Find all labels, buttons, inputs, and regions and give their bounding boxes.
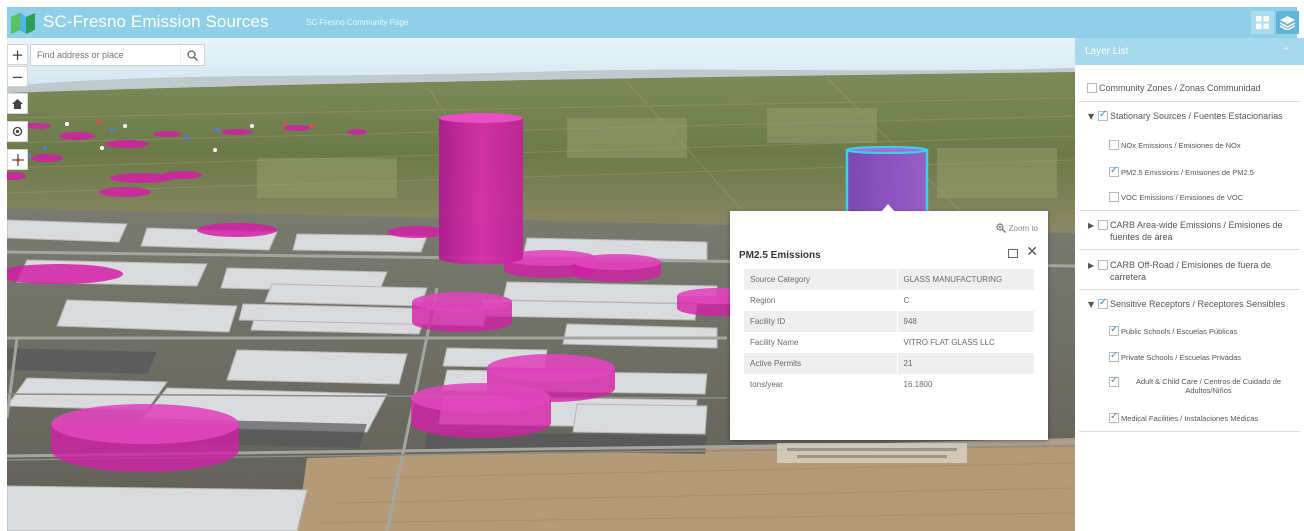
layer-label: Public Schools / Escuelas Públicas xyxy=(1121,327,1238,336)
app-header: SC-Fresno Emission Sources SC-Fresno Com… xyxy=(7,7,1299,38)
close-icon[interactable]: ✕ xyxy=(1026,244,1038,260)
table-row: Active Permits 21 xyxy=(744,353,1034,374)
layer-nox[interactable]: NOx Emissions / Emisiones de NOx xyxy=(1075,137,1304,155)
emission-pillar[interactable] xyxy=(439,113,523,265)
layer-checkbox[interactable] xyxy=(1098,297,1108,309)
divider xyxy=(1079,249,1300,250)
layer-checkbox[interactable] xyxy=(1109,140,1119,150)
layer-list-title: Layer List xyxy=(1085,46,1129,57)
divider xyxy=(1079,210,1300,211)
attribute-label: Region xyxy=(750,296,776,305)
popup-pointer xyxy=(881,204,895,212)
layer-carb-offroad[interactable]: ▶ CARB Off-Road / Emisiones de fuera de … xyxy=(1075,257,1304,287)
zoom-in-button[interactable]: + xyxy=(7,44,28,65)
layer-checkbox[interactable] xyxy=(1109,411,1119,423)
attribute-value: C xyxy=(896,290,1034,311)
layer-label: NOx Emissions / Emisiones de NOx xyxy=(1121,141,1241,150)
layer-checkbox[interactable] xyxy=(1098,220,1108,230)
layer-carb-area[interactable]: ▶ CARB Area-wide Emissions / Emisiones d… xyxy=(1075,217,1304,247)
layer-checkbox[interactable] xyxy=(1109,192,1119,202)
layer-checkbox[interactable] xyxy=(1109,324,1119,336)
locate-icon xyxy=(12,126,23,137)
attribute-label: Facility Name xyxy=(750,338,799,347)
layer-stationary-sources[interactable]: ▼ Stationary Sources / Fuentes Estaciona… xyxy=(1075,108,1304,128)
layer-checkbox[interactable] xyxy=(1109,375,1119,387)
search-input[interactable] xyxy=(31,45,179,65)
layer-label: Community Zones / Zonas Communidad xyxy=(1099,83,1261,93)
table-row: tons/year 16.1800 xyxy=(744,374,1034,395)
layer-private-schools[interactable]: Private Schools / Escuelas Privadas xyxy=(1075,349,1304,367)
layer-checkbox[interactable] xyxy=(1109,165,1119,177)
attribute-value: VITRO FLAT GLASS LLC xyxy=(896,332,1034,353)
locate-button[interactable] xyxy=(7,121,28,142)
popup-title: PM2.5 Emissions xyxy=(739,250,821,261)
divider xyxy=(1079,101,1300,102)
layer-medical[interactable]: Medical Facilities / Instalaciones Médic… xyxy=(1075,410,1304,428)
zoom-to-label: Zoom to xyxy=(1008,223,1038,233)
home-button[interactable] xyxy=(7,93,28,114)
expand-triangle-icon[interactable]: ▼ xyxy=(1088,112,1094,121)
layer-label: VOC Emissions / Emisiones de VOC xyxy=(1121,193,1244,202)
attribute-value: 948 xyxy=(896,311,1034,332)
layer-label: CARB Off-Road / Emisiones de fuera de ca… xyxy=(1110,260,1271,282)
expand-triangle-icon[interactable]: ▶ xyxy=(1088,221,1094,230)
attribute-value: GLASS MANUFACTURING xyxy=(896,269,1034,290)
layer-sensitive-receptors[interactable]: ▼ Sensitive Receptors / Receptores Sensi… xyxy=(1075,296,1304,316)
layer-checkbox[interactable] xyxy=(1087,83,1097,93)
layer-pm25[interactable]: PM2.5 Emissions / Emisiones de PM2.5 xyxy=(1075,164,1304,182)
layer-label: PM2.5 Emissions / Emisiones de PM2.5 xyxy=(1121,168,1254,177)
map-view[interactable]: + − Find address or place Zoom to PM2.5 … xyxy=(7,38,1075,531)
table-row: Region C xyxy=(744,290,1034,311)
layers-icon[interactable] xyxy=(1276,11,1299,34)
attribute-label: Facility ID xyxy=(744,311,897,332)
layer-checkbox[interactable] xyxy=(1098,260,1108,270)
attribute-value: 16.1800 xyxy=(896,374,1034,395)
layer-list-panel: Layer List ⌃ Community Zones / Zonas Com… xyxy=(1075,38,1304,531)
zoom-to-icon xyxy=(996,223,1006,233)
maximize-icon[interactable] xyxy=(1008,249,1018,258)
layer-community-zones[interactable]: Community Zones / Zonas Communidad xyxy=(1075,80,1304,100)
layer-label: Stationary Sources / Fuentes Estacionari… xyxy=(1110,111,1283,121)
home-icon xyxy=(12,98,23,109)
divider xyxy=(1079,431,1300,432)
layer-label: Medical Facilities / Instalaciones Médic… xyxy=(1121,414,1259,423)
layer-checkbox[interactable] xyxy=(1109,350,1119,362)
feature-popup: Zoom to PM2.5 Emissions ✕ Source Categor… xyxy=(730,204,1048,440)
attribute-label: Source Category xyxy=(744,269,897,290)
table-row: Facility ID 948 xyxy=(744,311,1034,332)
layer-label: CARB Area-wide Emissions / Emisiones de … xyxy=(1110,220,1283,242)
search-icon[interactable] xyxy=(180,45,204,65)
expand-triangle-icon[interactable]: ▼ xyxy=(1088,300,1094,309)
zoom-out-button[interactable]: − xyxy=(7,66,28,87)
attribute-label: Active Permits xyxy=(744,353,897,374)
community-page-link[interactable]: SC-Fresno Community Page xyxy=(306,18,408,27)
grid-icon[interactable] xyxy=(1251,11,1274,34)
table-row: Facility Name VITRO FLAT GLASS LLC xyxy=(744,332,1034,353)
attribute-value: 21 xyxy=(896,353,1034,374)
chevron-up-icon[interactable]: ⌃ xyxy=(1282,46,1290,57)
layer-checkbox[interactable] xyxy=(1098,109,1108,121)
layer-list-header[interactable]: Layer List ⌃ xyxy=(1075,38,1304,65)
app-root: SC-Fresno Emission Sources SC-Fresno Com… xyxy=(0,0,1304,531)
app-title: SC-Fresno Emission Sources xyxy=(43,12,269,31)
layer-label: Private Schools / Escuelas Privadas xyxy=(1121,353,1242,362)
layer-voc[interactable]: VOC Emissions / Emisiones de VOC xyxy=(1075,189,1304,207)
compass-icon xyxy=(11,153,24,166)
layer-label: Adult & Child Care / Centros de Cuidado … xyxy=(1135,377,1282,395)
layer-childcare[interactable]: Adult & Child Care / Centros de Cuidado … xyxy=(1075,374,1304,402)
layer-label: Sensitive Receptors / Receptores Sensibl… xyxy=(1110,299,1286,309)
zoom-to-link[interactable]: Zoom to xyxy=(996,223,1038,233)
expand-triangle-icon[interactable]: ▶ xyxy=(1088,261,1094,270)
layer-public-schools[interactable]: Public Schools / Escuelas Públicas xyxy=(1075,323,1304,341)
search-box xyxy=(30,44,205,66)
compass-button[interactable] xyxy=(7,149,28,170)
divider xyxy=(1079,289,1300,290)
logo-icon xyxy=(11,11,35,34)
table-row: Source Category GLASS MANUFACTURING xyxy=(744,269,1034,290)
popup-attributes-table: Source Category GLASS MANUFACTURING Regi… xyxy=(744,269,1034,395)
attribute-label: tons/year xyxy=(750,380,783,389)
